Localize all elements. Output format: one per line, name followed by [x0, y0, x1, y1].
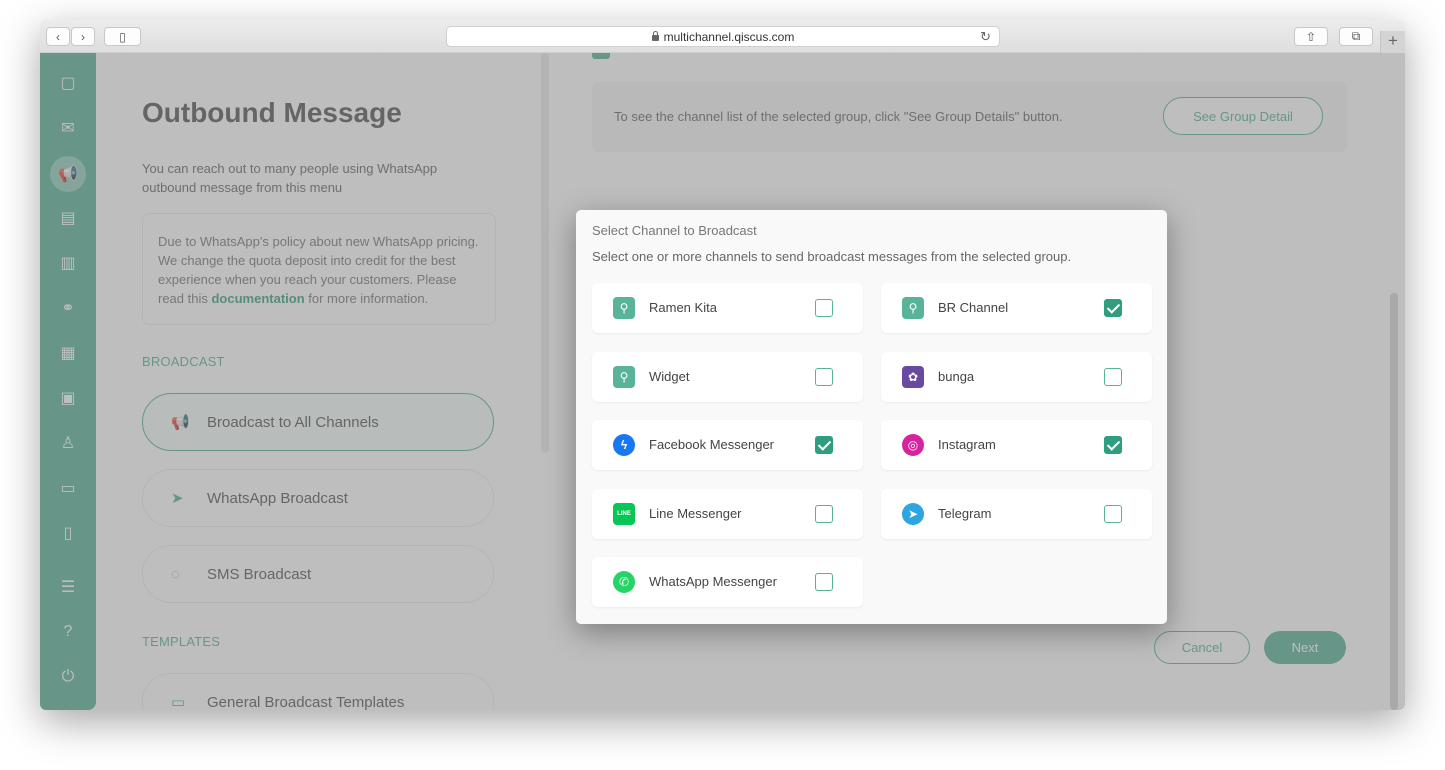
url-text: multichannel.qiscus.com	[663, 29, 795, 44]
qiscus-icon: ⚲	[902, 297, 924, 319]
new-tab-button[interactable]: +	[1380, 31, 1405, 53]
channel-name: BR Channel	[938, 300, 1009, 315]
whatsapp-icon: ✆	[613, 571, 635, 593]
channel-checkbox[interactable]	[1104, 436, 1122, 454]
telegram-icon: ➤	[902, 502, 924, 525]
channel-card[interactable]: ◎ Instagram	[881, 420, 1152, 470]
messenger-icon: ϟ	[613, 434, 635, 456]
app-page: ▢ ✉ 📢 ▤ ▥ ⚭ ▦ ▣ ♙ ▭ ▯ ☰ ? ⏻ Outbound Mes…	[40, 53, 1405, 710]
qiscus-icon: ⚲	[613, 297, 635, 319]
reload-icon[interactable]: ↻	[980, 29, 991, 45]
channel-checkbox[interactable]	[1104, 367, 1122, 386]
channel-name: Widget	[649, 368, 690, 384]
line-icon: LINE	[613, 502, 635, 525]
browser-toolbar: ‹ › ▯ multichannel.qiscus.com ↻ ⇧ ⧉ +	[40, 20, 1405, 53]
channel-card[interactable]: ϟ Facebook Messenger	[592, 420, 863, 470]
channel-name: bunga	[938, 368, 975, 384]
channel-checkbox[interactable]	[815, 504, 833, 523]
channel-card[interactable]: ✿ bunga	[881, 351, 1152, 402]
channel-checkbox[interactable]	[1104, 504, 1122, 523]
channel-name: Ramen Kita	[649, 300, 717, 315]
lock-icon	[651, 30, 659, 41]
back-icon[interactable]: ‹	[46, 27, 70, 46]
channel-checkbox[interactable]	[815, 436, 833, 454]
channel-card[interactable]: ✆ WhatsApp Messenger	[592, 557, 863, 607]
sidebar-toggle-icon[interactable]: ▯	[104, 27, 141, 46]
channel-name: WhatsApp Messenger	[649, 574, 777, 589]
address-bar[interactable]: multichannel.qiscus.com ↻	[446, 26, 1000, 47]
channel-checkbox[interactable]	[815, 573, 833, 591]
channel-checkbox[interactable]	[815, 299, 833, 317]
browser-window: ‹ › ▯ multichannel.qiscus.com ↻ ⇧ ⧉ + ▢ …	[40, 20, 1405, 710]
share-icon[interactable]: ⇧	[1294, 27, 1328, 46]
channel-name: Facebook Messenger	[649, 437, 775, 452]
channel-checkbox[interactable]	[1104, 299, 1122, 317]
select-channel-modal: Select Channel to Broadcast Select one o…	[576, 210, 1167, 624]
channel-card[interactable]: LINE Line Messenger	[592, 488, 863, 539]
channel-card[interactable]: ⚲ Ramen Kita	[592, 283, 863, 333]
tabs-overview-icon[interactable]: ⧉	[1339, 27, 1373, 46]
channel-card[interactable]: ➤ Telegram	[881, 488, 1152, 539]
qiscus-icon: ⚲	[613, 365, 635, 388]
channel-name: Instagram	[938, 437, 996, 452]
forward-icon[interactable]: ›	[71, 27, 95, 46]
instagram-icon: ◎	[902, 434, 924, 456]
modal-title: Select Channel to Broadcast	[592, 223, 757, 238]
channel-checkbox[interactable]	[815, 367, 833, 386]
flower-avatar: ✿	[902, 365, 924, 388]
channel-name: Line Messenger	[649, 505, 742, 521]
modal-subtitle: Select one or more channels to send broa…	[592, 249, 1072, 264]
channel-name: Telegram	[938, 505, 992, 521]
channel-card[interactable]: ⚲ BR Channel	[881, 283, 1152, 333]
channel-card[interactable]: ⚲ Widget	[592, 351, 863, 402]
